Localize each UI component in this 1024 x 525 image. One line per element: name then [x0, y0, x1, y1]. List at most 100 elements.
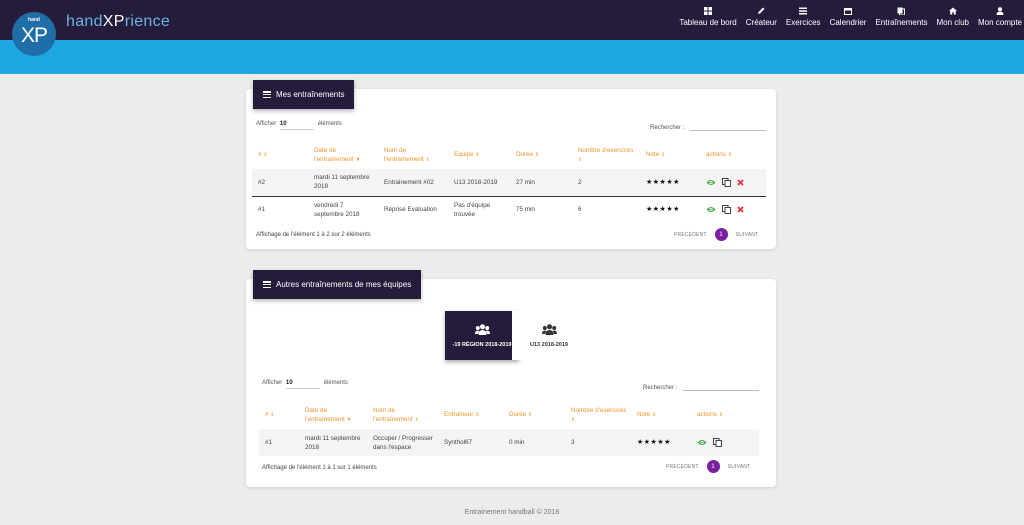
view-icon[interactable] — [706, 179, 716, 186]
col-note[interactable]: Note ⇕ — [640, 141, 700, 169]
search-control: Rechercher : — [650, 122, 767, 131]
my-trainings-title: Mes entraînements — [253, 80, 355, 109]
cell-count: 3 — [565, 429, 631, 456]
duplicate-icon[interactable] — [722, 205, 731, 215]
cell-num: #1 — [259, 429, 299, 456]
col-team[interactable]: Equipe ⇕ — [448, 141, 510, 169]
cell-date: mardi 11 septembre 2018 — [308, 169, 378, 196]
length-select[interactable]: 10 — [279, 121, 314, 130]
search-input[interactable] — [690, 122, 767, 131]
cell-team: Pas d'équipe trouvée — [448, 195, 510, 223]
search-label: Rechercher : — [650, 125, 685, 131]
table-header-row: # ⇕ Date de l'entraînement ▼ Nom de l'en… — [252, 141, 766, 169]
cell-count: 6 — [572, 195, 640, 223]
duplicate-icon[interactable] — [722, 177, 731, 187]
nav-label: Mon club — [936, 18, 969, 27]
col-count[interactable]: Nombre d'exercices ⇕ — [565, 401, 631, 429]
logo[interactable]: hand XP — [12, 12, 56, 56]
pencil-icon — [757, 6, 766, 15]
users-icon — [541, 323, 557, 335]
delete-icon[interactable] — [737, 179, 744, 186]
prev-button[interactable]: PRÉCÉDENT — [674, 232, 707, 238]
page-button[interactable]: 1 — [706, 460, 720, 473]
nav-my-account[interactable]: Mon compte — [978, 6, 1022, 27]
col-name[interactable]: Nom de l'entraînement ⇕ — [367, 401, 438, 429]
length-control: Afficher 10 éléments — [256, 121, 342, 130]
cell-team: U13 2018-2019 — [448, 169, 510, 196]
col-date[interactable]: Date de l'entraînement ▼ — [308, 141, 378, 169]
table-info: Affichage de l'élément 1 à 2 sur 2 éléme… — [256, 232, 371, 238]
nav-dashboard[interactable]: Tableau de bord — [679, 6, 737, 27]
cell-date: vendredi 7 septembre 2018 — [308, 195, 378, 223]
length-suffix: éléments — [317, 121, 342, 127]
col-count[interactable]: Nombre d'exercices ⇕ — [572, 141, 640, 169]
search-control: Rechercher : — [643, 382, 760, 391]
card-title-text: Mes entraînements — [276, 90, 345, 99]
team-tile-u13[interactable]: U13 2018-2019 — [512, 311, 586, 360]
dashboard-icon — [704, 6, 713, 15]
other-trainings-table: # ⇕ Date de l'entraînement ▼ Nom de l'en… — [259, 401, 759, 456]
team-tile-u19[interactable]: -19 RÉGION 2018-2019 — [445, 311, 519, 360]
table-info: Affichage de l'élément 1 à 1 sur 1 éléme… — [262, 465, 377, 471]
length-suffix: éléments — [323, 380, 348, 386]
nav-calendar[interactable]: Calendrier — [829, 6, 867, 27]
col-duration[interactable]: Durée ⇕ — [503, 401, 565, 429]
nav-trainings[interactable]: Entraînements — [875, 6, 928, 27]
cell-duration: 27 min — [510, 169, 572, 196]
length-label: Afficher — [262, 380, 283, 386]
nav-exercises[interactable]: Exercices — [786, 6, 821, 27]
col-duration[interactable]: Durée ⇕ — [510, 141, 572, 169]
nav-label: Exercices — [785, 18, 821, 27]
cell-actions — [700, 169, 766, 196]
cell-actions — [691, 429, 759, 456]
nav-label: Entraînements — [875, 18, 928, 27]
home-icon — [948, 6, 957, 15]
col-coach[interactable]: Entraîneur ⇕ — [438, 401, 503, 429]
next-button[interactable]: SUIVANT — [728, 464, 751, 470]
col-date[interactable]: Date de l'entraînement ▼ — [299, 401, 367, 429]
view-icon[interactable] — [706, 206, 716, 213]
brand-name[interactable]: handXPrience — [66, 13, 170, 31]
my-trainings-table: # ⇕ Date de l'entraînement ▼ Nom de l'en… — [252, 141, 766, 223]
cell-name: Occuper / Progresser dans l'espace — [367, 429, 438, 456]
pagination: PRÉCÉDENT 1 SUIVANT — [674, 228, 758, 241]
cell-note-stars: ★★★★★ — [640, 169, 700, 196]
nav-my-club[interactable]: Mon club — [937, 6, 969, 27]
nav-creator[interactable]: Créateur — [746, 6, 777, 27]
length-select[interactable]: 10 — [285, 380, 320, 389]
cell-note-stars: ★★★★★ — [631, 429, 691, 456]
pagination: PRÉCÉDENT 1 SUIVANT — [666, 460, 750, 473]
col-num[interactable]: # ⇕ — [252, 141, 308, 169]
cell-name: Entrainement #02 — [378, 169, 448, 196]
prev-button[interactable]: PRÉCÉDENT — [666, 464, 699, 470]
col-name[interactable]: Nom de l'entraînement ⇕ — [378, 141, 448, 169]
card-title-text: Autres entraînements de mes équipes — [276, 280, 412, 289]
cell-duration: 75 min — [510, 195, 572, 223]
cell-count: 2 — [572, 169, 640, 196]
col-num[interactable]: # ⇕ — [259, 401, 299, 429]
nav-label: Calendrier — [829, 18, 867, 27]
view-icon[interactable] — [697, 439, 707, 446]
col-note[interactable]: Note ⇕ — [631, 401, 691, 429]
page-button[interactable]: 1 — [714, 228, 728, 241]
col-actions[interactable]: actions ⇕ — [691, 401, 759, 429]
nav-label: Tableau de bord — [679, 18, 737, 27]
my-trainings-card: Mes entraînements Afficher 10 éléments R… — [246, 80, 776, 249]
other-trainings-title: Autres entraînements de mes équipes — [253, 270, 422, 299]
logo-small-text: hand — [28, 17, 40, 23]
user-icon — [995, 6, 1004, 15]
list-icon — [263, 281, 271, 289]
next-button[interactable]: SUIVANT — [736, 232, 759, 238]
top-navbar: handXPrience Tableau de bord Créateur Ex… — [0, 0, 1024, 40]
length-control: Afficher 10 éléments — [262, 380, 348, 389]
main-nav: Tableau de bord Créateur Exercices Calen… — [679, 6, 1022, 27]
search-input[interactable] — [683, 382, 760, 391]
duplicate-icon[interactable] — [713, 438, 722, 447]
team-tile-label: -19 RÉGION 2018-2019 — [452, 341, 512, 348]
list-icon — [799, 6, 808, 15]
delete-icon[interactable] — [737, 206, 744, 213]
cell-duration: 0 min — [503, 429, 565, 456]
cell-coach: Synthol67 — [438, 429, 503, 456]
table-row: #2 mardi 11 septembre 2018 Entrainement … — [252, 169, 766, 196]
col-actions[interactable]: actions ⇕ — [700, 141, 766, 169]
